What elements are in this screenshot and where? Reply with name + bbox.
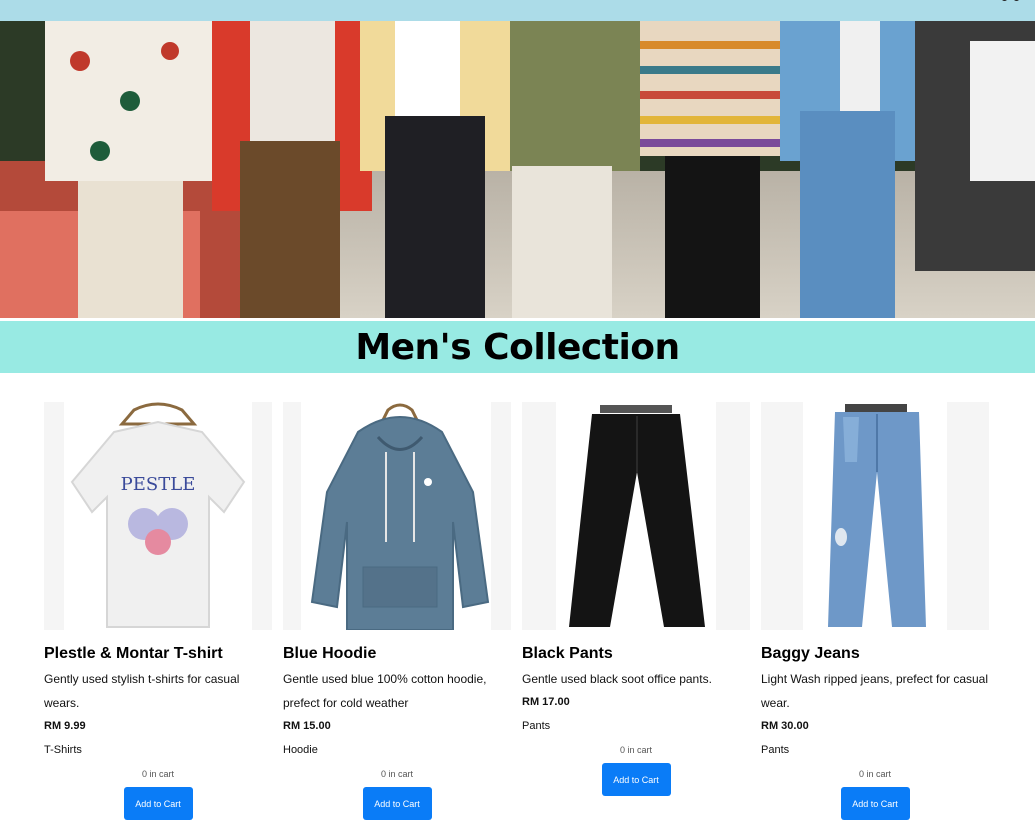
cart-quantity: 0 in cart — [380, 769, 413, 779]
product-description: Gentle used blue 100% cotton hoodie, pre… — [283, 672, 487, 710]
add-to-cart-button[interactable]: Add to Cart — [840, 787, 910, 820]
product-price: RM 17.00 — [522, 696, 570, 708]
top-nav-bar — [0, 0, 1035, 21]
product-price: RM 15.00 — [283, 720, 331, 732]
product-description: Gentle used black soot office pants. — [522, 672, 712, 686]
product-description: Gently used stylish t-shirts for casual … — [44, 672, 240, 710]
product-card-black-pants: Black Pants Gentle used black soot offic… — [522, 402, 750, 796]
product-price: RM 9.99 — [44, 720, 86, 732]
collection-banner: Men's Collection — [0, 321, 1035, 373]
svg-text:PESTLE: PESTLE — [121, 474, 196, 495]
product-image — [283, 402, 511, 630]
add-to-cart-button[interactable]: Add to Cart — [123, 787, 193, 820]
product-name: Plestle & Montar T-shirt — [44, 645, 223, 662]
product-name: Black Pants — [522, 645, 613, 662]
cart-quantity: 0 in cart — [858, 769, 891, 779]
product-category: T-Shirts — [44, 744, 82, 756]
product-image: PESTLE — [44, 402, 272, 630]
collection-title: Men's Collection — [355, 326, 680, 368]
product-category: Hoodie — [283, 744, 318, 756]
product-category: Pants — [522, 720, 551, 732]
product-image — [522, 402, 750, 630]
cart-quantity: 0 in cart — [619, 745, 652, 755]
add-to-cart-button[interactable]: Add to Cart — [601, 763, 671, 796]
product-image — [761, 402, 989, 630]
add-to-cart-button[interactable]: Add to Cart — [362, 787, 432, 820]
cart-quantity: 0 in cart — [141, 769, 174, 779]
product-price: RM 30.00 — [761, 720, 809, 732]
product-description: Light Wash ripped jeans, prefect for cas… — [761, 672, 989, 710]
product-card-hoodie: Blue Hoodie Gentle used blue 100% cotton… — [283, 402, 511, 820]
product-name: Baggy Jeans — [761, 645, 860, 662]
shopping-cart-icon[interactable] — [995, 0, 1025, 6]
product-category: Pants — [761, 744, 790, 756]
hero-image — [0, 21, 1035, 318]
product-name: Blue Hoodie — [283, 645, 377, 662]
product-card-tshirt: PESTLE Plestle & Montar T-shirt Gently u… — [44, 402, 272, 820]
product-card-baggy-jeans: Baggy Jeans Light Wash ripped jeans, pre… — [761, 402, 989, 820]
